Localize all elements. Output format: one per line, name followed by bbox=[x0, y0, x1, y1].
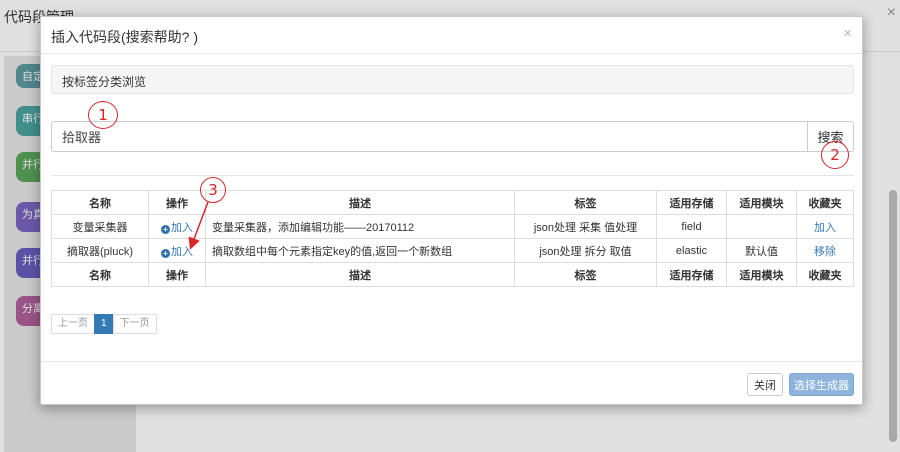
plus-circle-icon: + bbox=[161, 248, 170, 258]
row-storage: field bbox=[656, 214, 727, 239]
col-storage-footer: 适用存储 bbox=[656, 262, 727, 287]
search-input[interactable] bbox=[51, 121, 807, 152]
table-row: 变量采集器 + 加入 变量采集器，添加编辑功能——20170112 json处理 … bbox=[51, 214, 854, 239]
add-label[interactable]: 加入 bbox=[171, 246, 193, 258]
insert-snippet-dialog: 插入代码段(搜索帮助? ) × 按标签分类浏览 搜索 名称 操作 描述 标签 适… bbox=[40, 16, 863, 405]
table-header-row: 名称 操作 描述 标签 适用存储 适用模块 收藏夹 bbox=[51, 190, 854, 215]
add-button[interactable]: + 加入 bbox=[148, 238, 206, 263]
fav-add-link[interactable]: 加入 bbox=[796, 214, 854, 239]
col-name-footer: 名称 bbox=[51, 262, 149, 287]
dialog-header: 插入代码段(搜索帮助? ) × bbox=[41, 17, 862, 54]
add-label[interactable]: 加入 bbox=[171, 222, 193, 234]
row-desc: 摘取数组中每个元素指定key的值,返回一个新数组 bbox=[205, 238, 515, 263]
row-name: 变量采集器 bbox=[51, 214, 149, 239]
col-module-footer: 适用模块 bbox=[726, 262, 797, 287]
select-generator-button[interactable]: 选择生成器 bbox=[789, 373, 854, 396]
annotation-circle-2: 2 bbox=[821, 141, 849, 169]
col-desc-footer: 描述 bbox=[205, 262, 515, 287]
browse-by-tag-panel[interactable]: 按标签分类浏览 bbox=[51, 65, 854, 94]
col-desc-header: 描述 bbox=[205, 190, 515, 215]
col-tags-header: 标签 bbox=[514, 190, 657, 215]
col-fav-footer: 收藏夹 bbox=[796, 262, 854, 287]
add-button[interactable]: + 加入 bbox=[148, 214, 206, 239]
col-module-header: 适用模块 bbox=[726, 190, 797, 215]
row-tags: json处理 拆分 取值 bbox=[514, 238, 657, 263]
plus-circle-icon: + bbox=[161, 224, 170, 234]
row-module: 默认值 bbox=[726, 238, 797, 263]
annotation-circle-1: 1 bbox=[88, 101, 118, 129]
fav-remove-link[interactable]: 移除 bbox=[796, 238, 854, 263]
pagination: 上一页 1 下一页 bbox=[51, 314, 157, 334]
col-action-footer: 操作 bbox=[148, 262, 206, 287]
row-storage: elastic bbox=[656, 238, 727, 263]
row-desc: 变量采集器，添加编辑功能——20170112 bbox=[205, 214, 515, 239]
close-button[interactable]: 关闭 bbox=[747, 373, 783, 396]
search-bar: 搜索 bbox=[51, 121, 854, 152]
col-action-header: 操作 bbox=[148, 190, 206, 215]
table-footer-row: 名称 操作 描述 标签 适用存储 适用模块 收藏夹 bbox=[51, 262, 854, 287]
snippet-table: 名称 操作 描述 标签 适用存储 适用模块 收藏夹 变量采集器 + 加入 变量采集… bbox=[51, 190, 854, 287]
close-icon[interactable]: × bbox=[843, 25, 852, 42]
row-name: 摘取器(pluck) bbox=[51, 238, 149, 263]
footer-divider bbox=[41, 361, 862, 362]
row-tags: json处理 采集 值处理 bbox=[514, 214, 657, 239]
col-tags-footer: 标签 bbox=[514, 262, 657, 287]
fav-link-label[interactable]: 加入 bbox=[814, 222, 836, 234]
next-page-button[interactable]: 下一页 bbox=[112, 314, 157, 334]
col-storage-header: 适用存储 bbox=[656, 190, 727, 215]
col-fav-header: 收藏夹 bbox=[796, 190, 854, 215]
table-row: 摘取器(pluck) + 加入 摘取数组中每个元素指定key的值,返回一个新数组 … bbox=[51, 238, 854, 263]
row-module bbox=[726, 214, 797, 239]
divider bbox=[51, 175, 854, 176]
dialog-title: 插入代码段(搜索帮助? ) bbox=[51, 29, 198, 45]
annotation-circle-3: 3 bbox=[200, 177, 226, 203]
col-name-header: 名称 bbox=[51, 190, 149, 215]
prev-page-button[interactable]: 上一页 bbox=[51, 314, 95, 334]
fav-link-label[interactable]: 移除 bbox=[814, 246, 836, 258]
page-1-button[interactable]: 1 bbox=[94, 314, 114, 334]
